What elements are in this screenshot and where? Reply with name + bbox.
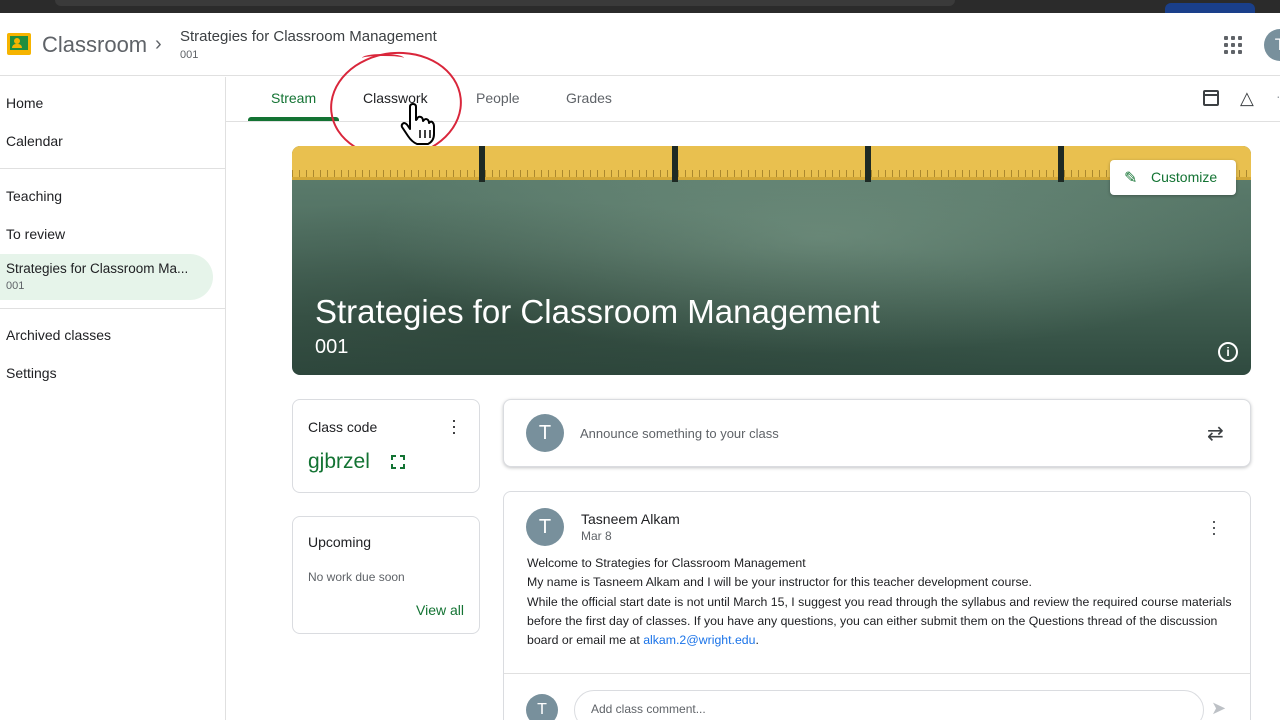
class-code-value: gjbrzel: [308, 450, 370, 473]
sidebar-item-home[interactable]: Home: [6, 95, 43, 111]
apps-grid-icon[interactable]: [1224, 36, 1242, 54]
post-date: Mar 8: [581, 529, 612, 543]
view-all-link[interactable]: View all: [416, 602, 464, 618]
sidebar: Home Calendar Teaching To review Strateg…: [0, 77, 226, 720]
sidebar-course-title: Strategies for Classroom Ma...: [6, 261, 189, 276]
post-text: .: [755, 633, 759, 648]
app-title[interactable]: Classroom: [42, 32, 147, 58]
banner-rulers-image: [292, 146, 1251, 182]
browser-top-strip: [0, 0, 1280, 13]
sidebar-divider: [0, 168, 225, 169]
upcoming-title: Upcoming: [308, 534, 372, 550]
avatar: T: [526, 508, 564, 546]
post-text: While the official start date is not unt…: [527, 594, 1232, 648]
post-author: Tasneem Alkam: [581, 511, 680, 527]
customize-label: Customize: [1151, 169, 1218, 185]
sidebar-course-section: 001: [6, 280, 25, 292]
sidebar-item-settings[interactable]: Settings: [6, 365, 57, 381]
post-line: My name is Tasneem Alkam and I will be y…: [527, 575, 1032, 590]
class-code-card: Class code · · · gjbrzel: [292, 399, 480, 493]
sidebar-item-active-course[interactable]: Strategies for Classroom Ma... 001: [0, 254, 213, 300]
browser-extension-pill: [1165, 3, 1255, 13]
banner-course-title: Strategies for Classroom Management: [315, 293, 880, 330]
sidebar-item-archived-classes[interactable]: Archived classes: [6, 327, 111, 343]
post-line: Welcome to Strategies for Classroom Mana…: [527, 556, 806, 570]
course-banner: ✎ Customize Strategies for Classroom Man…: [292, 146, 1251, 375]
sidebar-item-to-review[interactable]: To review: [6, 226, 65, 242]
announcement-post: T Tasneem Alkam Mar 8 · · · Welcome to Str…: [503, 491, 1251, 720]
avatar: T: [526, 694, 558, 720]
announce-box[interactable]: T Announce something to your class ⇄: [503, 399, 1251, 467]
announce-placeholder[interactable]: Announce something to your class: [580, 426, 779, 441]
settings-partial-icon[interactable]: ·: [1276, 88, 1280, 104]
browser-address-bar: [55, 0, 955, 6]
banner-course-section: 001: [315, 336, 349, 358]
more-vert-icon[interactable]: · · ·: [451, 411, 457, 441]
calendar-icon[interactable]: [1203, 90, 1219, 106]
comment-placeholder: Add class comment...: [591, 702, 706, 716]
post-body: Welcome to Strategies for Classroom Mana…: [527, 554, 1232, 650]
customize-button[interactable]: ✎ Customize: [1110, 160, 1236, 195]
upcoming-empty-text: No work due soon: [308, 570, 405, 584]
pencil-icon: ✎: [1124, 170, 1138, 187]
account-avatar[interactable]: T: [1264, 29, 1280, 61]
repost-icon[interactable]: ⇄: [1207, 421, 1224, 446]
post-divider: [504, 673, 1250, 674]
tab-stream-underline: [248, 117, 339, 121]
app-header: Classroom › Strategies for Classroom Man…: [0, 13, 1280, 76]
sidebar-item-calendar[interactable]: Calendar: [6, 133, 63, 149]
breadcrumb-course-title[interactable]: Strategies for Classroom Management: [180, 28, 437, 45]
expand-icon[interactable]: [391, 455, 405, 469]
more-vert-icon[interactable]: · · ·: [1211, 512, 1217, 542]
breadcrumb-course-section: 001: [180, 49, 199, 61]
breadcrumb-chevron-icon: ›: [155, 33, 162, 55]
tab-stream[interactable]: Stream: [271, 90, 316, 106]
classroom-logo-icon[interactable]: [7, 33, 31, 55]
avatar: T: [526, 414, 564, 452]
hand-cursor-icon: [400, 103, 435, 145]
class-code-label: Class code: [308, 419, 378, 435]
send-icon[interactable]: ➤: [1211, 698, 1226, 719]
email-link[interactable]: alkam.2@wright.edu: [643, 633, 755, 647]
tab-grades[interactable]: Grades: [566, 90, 612, 106]
info-icon[interactable]: i: [1218, 342, 1238, 362]
drive-icon[interactable]: △: [1240, 88, 1254, 109]
class-comment-input[interactable]: Add class comment...: [574, 690, 1204, 720]
upcoming-card: Upcoming No work due soon View all: [292, 516, 480, 634]
sidebar-divider: [0, 308, 225, 309]
sidebar-item-teaching[interactable]: Teaching: [6, 188, 62, 204]
post-line: While the official start date is not unt…: [527, 593, 1232, 651]
tab-people[interactable]: People: [476, 90, 520, 106]
